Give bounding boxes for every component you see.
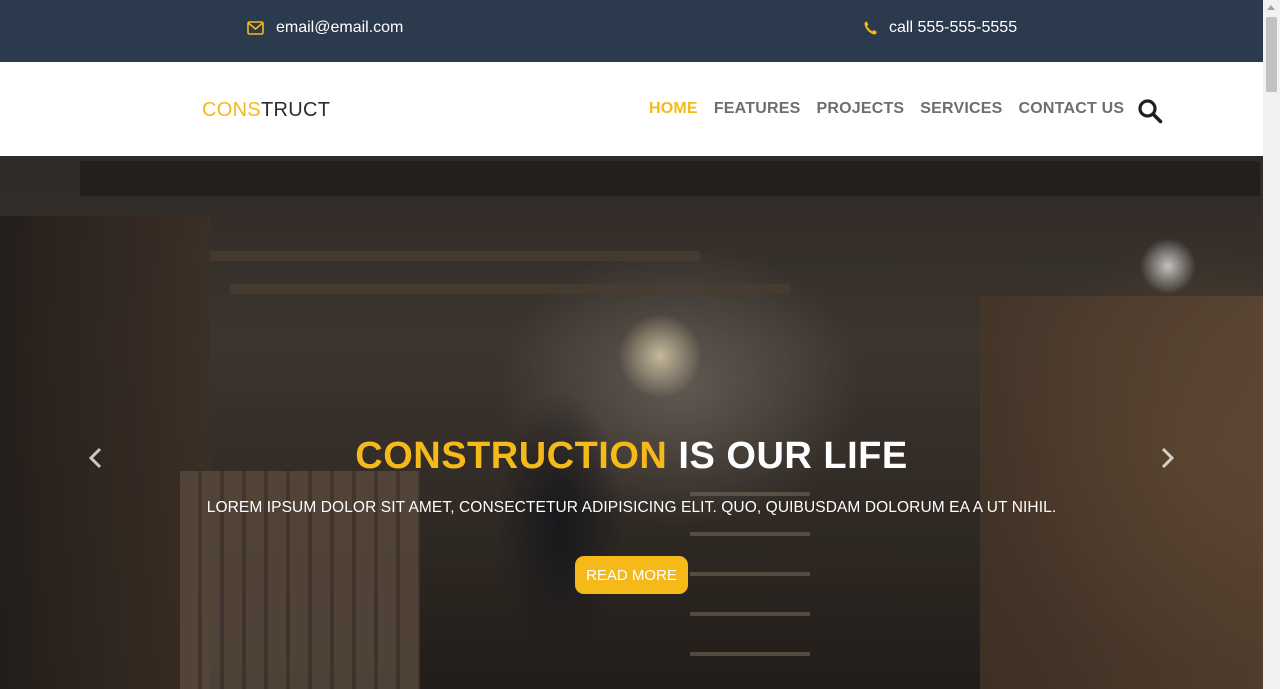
phone-icon [864,21,877,35]
hero-headline: CONSTRUCTION IS OUR LIFE [0,435,1263,478]
hero-overlay [0,156,1263,689]
envelope-icon [247,21,264,35]
page-scrollbar[interactable] [1263,0,1280,689]
hero-headline-highlight: CONSTRUCTION [355,435,668,477]
phone-text: call 555-555-5555 [889,19,1018,36]
nav-contact-us[interactable]: CONTACT US [1019,100,1125,118]
hero-subtitle: LOREM IPSUM DOLOR SIT AMET, CONSECTETUR … [206,499,1057,516]
top-contact-bar: email@email.com call 555-555-5555 [0,0,1263,62]
nav-home[interactable]: HOME [649,100,698,118]
site-logo[interactable]: CONSTRUCT [202,99,330,122]
read-more-button[interactable]: READ MORE [575,556,688,594]
email-text: email@email.com [276,19,404,36]
scroll-up-arrow-icon[interactable] [1267,5,1275,10]
page: email@email.com call 555-555-5555 CONSTR… [0,0,1263,689]
nav-services[interactable]: SERVICES [920,100,1002,118]
nav-projects[interactable]: PROJECTS [816,100,904,118]
email-contact[interactable]: email@email.com [247,19,403,37]
nav-features[interactable]: FEATURES [714,100,801,118]
site-header: CONSTRUCT HOME FEATURES PROJECTS SERVICE… [0,62,1263,156]
search-icon[interactable] [1137,98,1163,124]
scrollbar-thumb[interactable] [1266,17,1277,92]
phone-contact[interactable]: call 555-555-5555 [864,19,1017,37]
hero-slider: CONSTRUCTION IS OUR LIFE LOREM IPSUM DOL… [0,156,1263,689]
hero-headline-rest: IS OUR LIFE [667,435,908,477]
logo-text-main: TRUCT [260,99,331,121]
logo-text-accent: CONS [202,99,261,121]
main-nav: HOME FEATURES PROJECTS SERVICES CONTACT … [649,100,1140,118]
